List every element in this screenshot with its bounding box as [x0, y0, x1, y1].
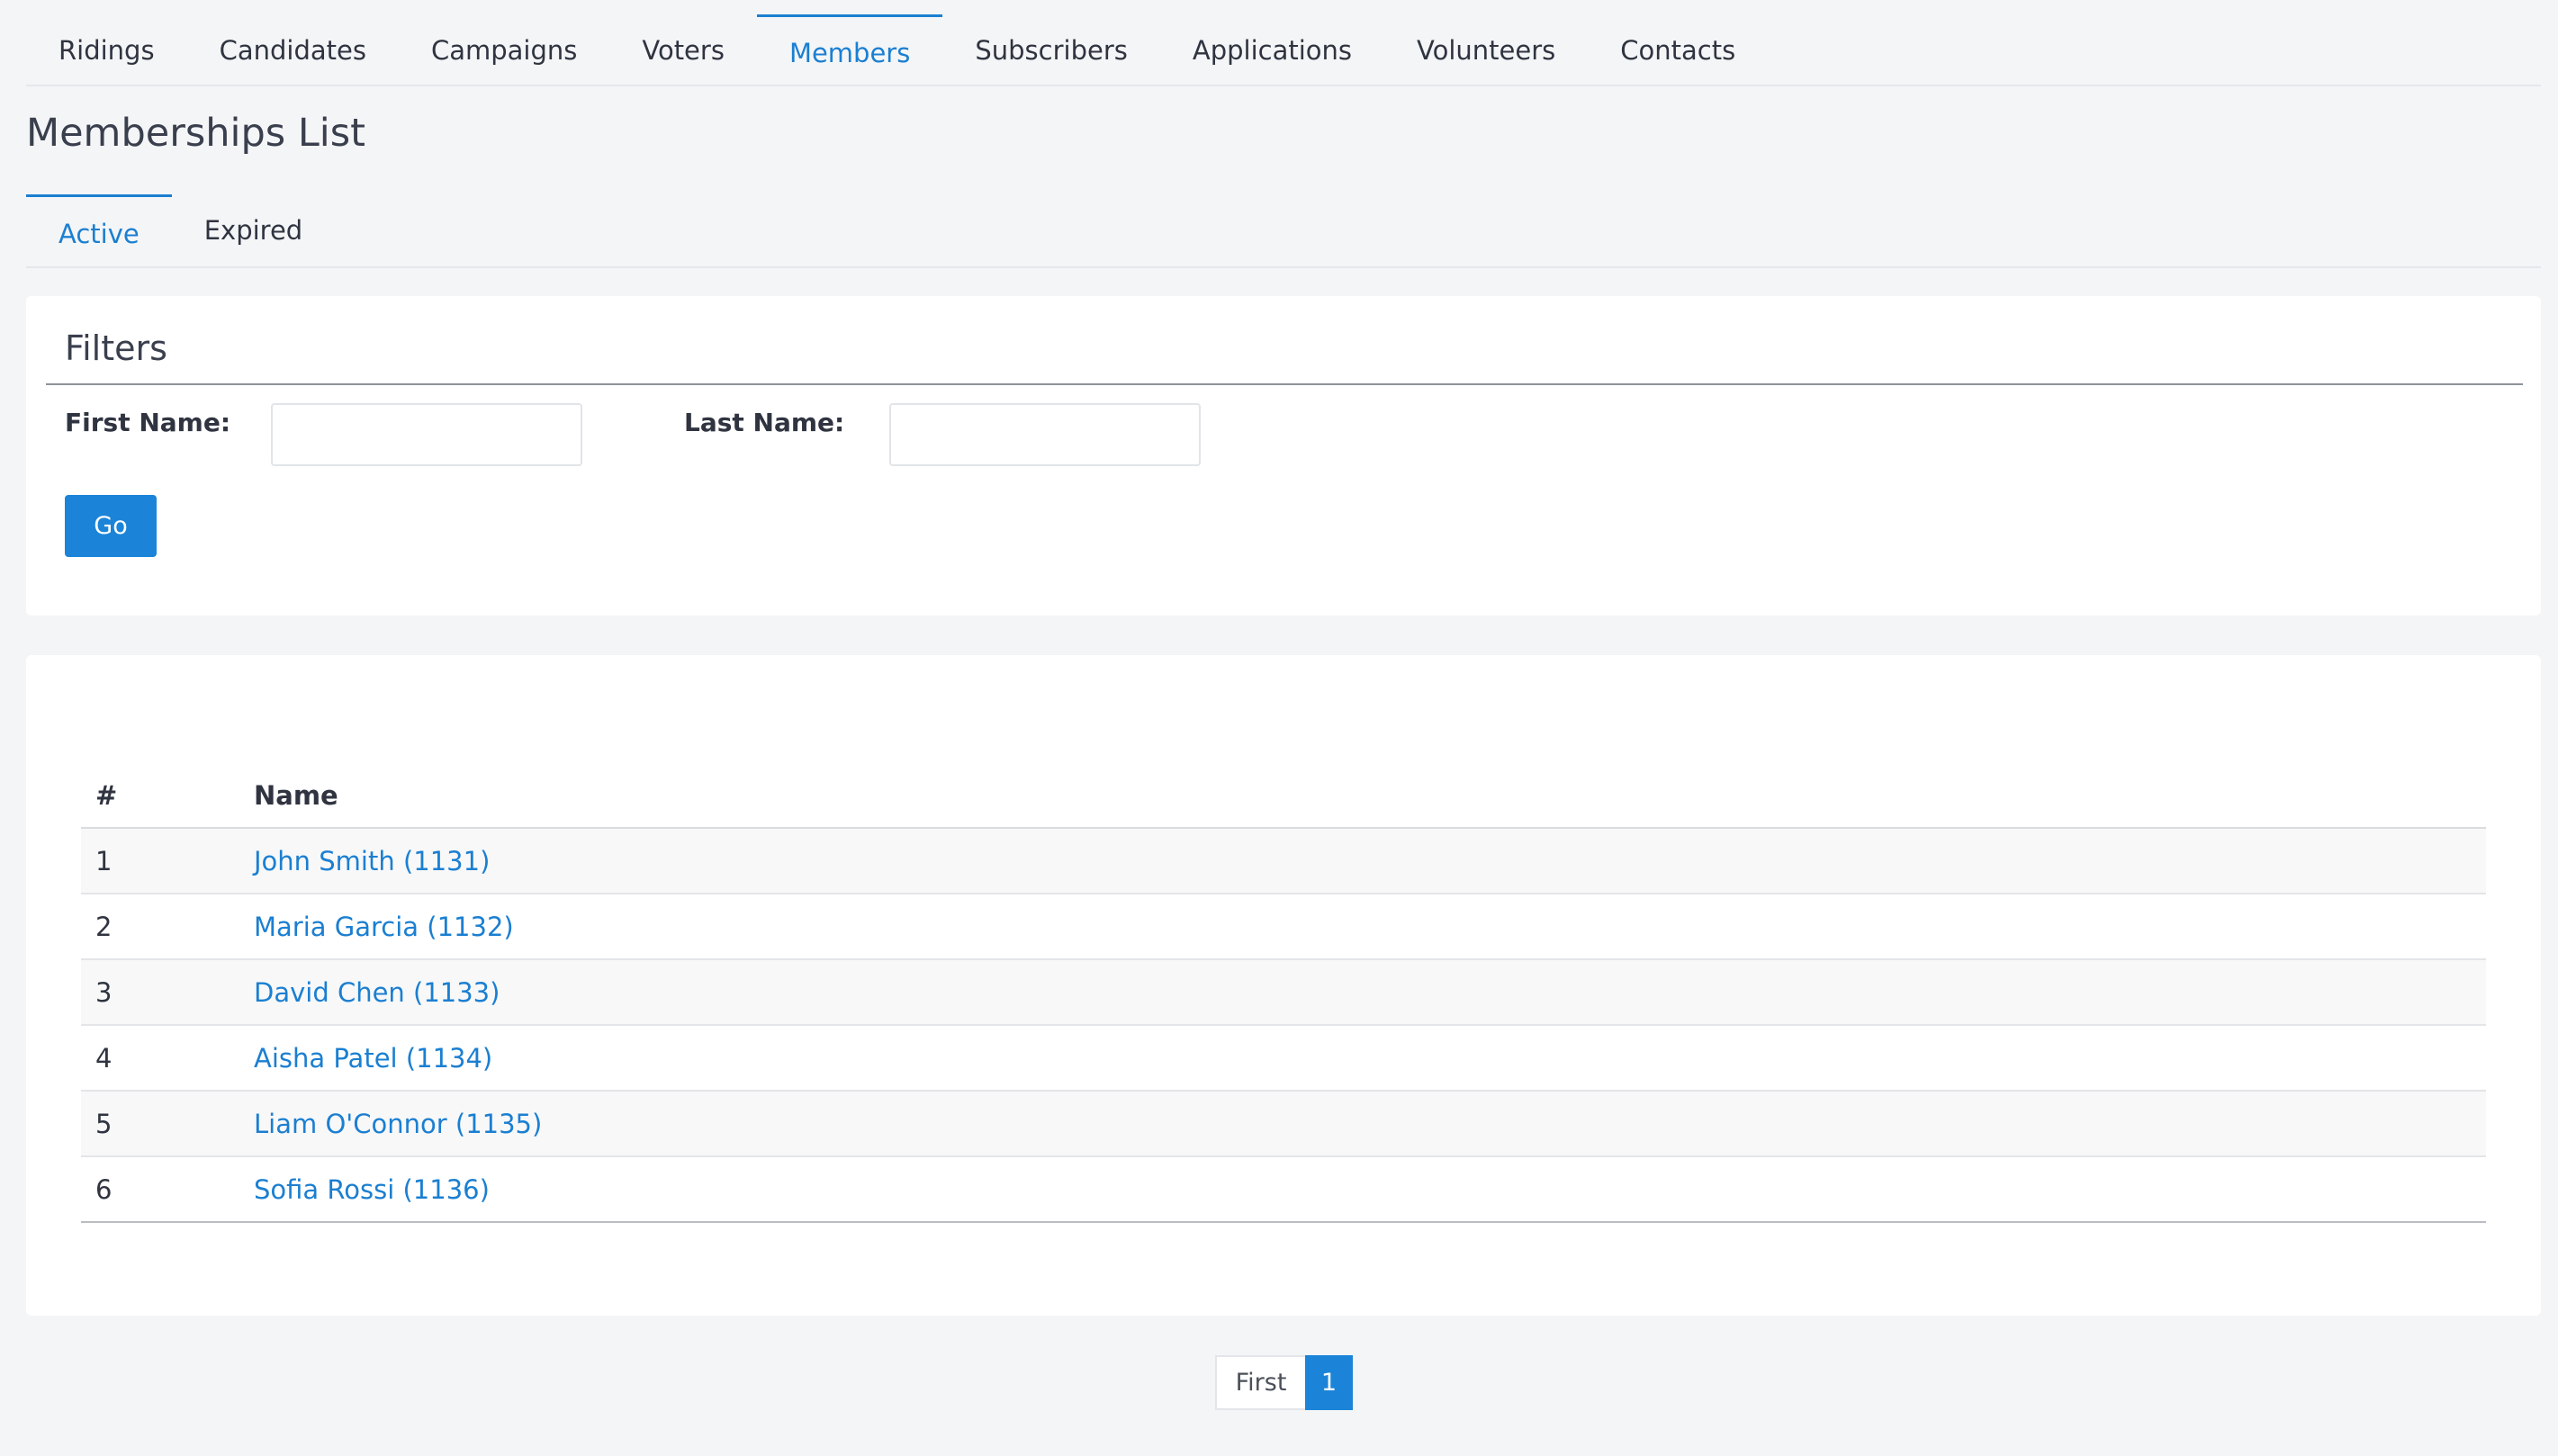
row-number: 4: [81, 1025, 254, 1092]
column-header-number: #: [81, 764, 254, 829]
member-link[interactable]: Liam O'Connor (1135): [254, 1109, 542, 1139]
first-page-button[interactable]: First: [1215, 1355, 1305, 1410]
nav-item-ridings[interactable]: Ridings: [26, 14, 187, 86]
row-number: 1: [81, 828, 254, 894]
member-link[interactable]: David Chen (1133): [254, 977, 500, 1008]
nav-item-campaigns[interactable]: Campaigns: [399, 14, 609, 86]
row-number: 3: [81, 959, 254, 1026]
nav-item-subscribers[interactable]: Subscribers: [942, 14, 1160, 86]
page-title: Memberships List: [26, 111, 366, 156]
membership-status-tabs: Active Expired: [26, 194, 2541, 268]
last-name-label: Last Name:: [684, 408, 845, 437]
row-name-cell: Maria Garcia (1132): [254, 894, 2486, 960]
row-number: 5: [81, 1091, 254, 1157]
nav-item-members[interactable]: Members: [756, 14, 943, 86]
page: Ridings Candidates Campaigns Voters Memb…: [0, 0, 2558, 1456]
row-name-cell: Sofia Rossi (1136): [254, 1156, 2486, 1223]
row-name-cell: David Chen (1133): [254, 959, 2486, 1026]
member-link[interactable]: Maria Garcia (1132): [254, 912, 514, 942]
table-row: 1 John Smith (1131): [81, 828, 2486, 894]
last-name-input[interactable]: [889, 403, 1201, 466]
current-page-button[interactable]: 1: [1305, 1355, 1353, 1410]
row-number: 2: [81, 894, 254, 960]
tab-active[interactable]: Active: [26, 194, 172, 266]
column-header-name: Name: [254, 764, 2486, 829]
row-name-cell: John Smith (1131): [254, 828, 2486, 894]
nav-item-volunteers[interactable]: Volunteers: [1384, 14, 1588, 86]
members-table: # Name 1 John Smith (1131) 2 Maria Garci…: [81, 764, 2486, 1223]
tab-expired[interactable]: Expired: [172, 194, 336, 266]
row-number: 6: [81, 1156, 254, 1223]
pagination: First 1: [1215, 1355, 1353, 1410]
nav-item-candidates[interactable]: Candidates: [187, 14, 399, 86]
members-results-card: # Name 1 John Smith (1131) 2 Maria Garci…: [26, 655, 2541, 1316]
filters-title: Filters: [65, 328, 167, 368]
table-row: 4 Aisha Patel (1134): [81, 1025, 2486, 1092]
member-link[interactable]: John Smith (1131): [254, 846, 490, 876]
filters-divider: [46, 383, 2523, 385]
table-row: 5 Liam O'Connor (1135): [81, 1091, 2486, 1157]
member-link[interactable]: Sofia Rossi (1136): [254, 1174, 490, 1205]
top-nav: Ridings Candidates Campaigns Voters Memb…: [26, 14, 2541, 86]
table-row: 3 David Chen (1133): [81, 959, 2486, 1026]
row-name-cell: Aisha Patel (1134): [254, 1025, 2486, 1092]
table-row: 6 Sofia Rossi (1136): [81, 1156, 2486, 1223]
filters-card: Filters First Name: Last Name: Go: [26, 296, 2541, 616]
member-link[interactable]: Aisha Patel (1134): [254, 1043, 492, 1074]
go-button[interactable]: Go: [65, 495, 157, 557]
first-name-input[interactable]: [271, 403, 582, 466]
nav-item-voters[interactable]: Voters: [609, 14, 757, 86]
first-name-label: First Name:: [65, 408, 231, 437]
nav-item-contacts[interactable]: Contacts: [1588, 14, 1768, 86]
table-header-row: # Name: [81, 764, 2486, 829]
row-name-cell: Liam O'Connor (1135): [254, 1091, 2486, 1157]
nav-item-applications[interactable]: Applications: [1160, 14, 1384, 86]
table-row: 2 Maria Garcia (1132): [81, 894, 2486, 960]
